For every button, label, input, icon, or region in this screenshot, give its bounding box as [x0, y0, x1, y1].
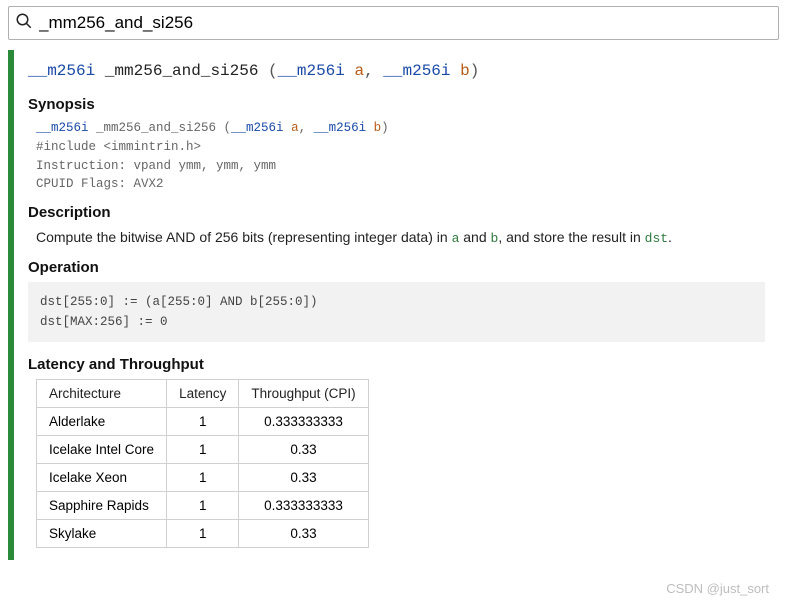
search-bar[interactable] [8, 6, 779, 40]
cell-latency: 1 [167, 491, 239, 519]
operation-block: dst[255:0] := (a[255:0] AND b[255:0]) ds… [28, 282, 765, 342]
cell-throughput: 0.33 [239, 435, 368, 463]
cell-throughput: 0.33 [239, 519, 368, 547]
cell-throughput: 0.33 [239, 463, 368, 491]
cell-arch: Icelake Xeon [37, 463, 167, 491]
table-row: Alderlake10.333333333 [37, 407, 369, 435]
instruction-line: Instruction: vpand ymm, ymm, ymm [36, 157, 765, 176]
table-row: Icelake Intel Core10.33 [37, 435, 369, 463]
table-row: Skylake10.33 [37, 519, 369, 547]
cpuid-line: CPUID Flags: AVX2 [36, 175, 765, 194]
cell-latency: 1 [167, 519, 239, 547]
search-input[interactable] [39, 13, 772, 33]
function-name: _mm256_and_si256 [105, 62, 259, 80]
cell-arch: Skylake [37, 519, 167, 547]
description-heading: Description [28, 204, 765, 221]
cell-arch: Icelake Intel Core [37, 435, 167, 463]
latency-heading: Latency and Throughput [28, 356, 765, 373]
cell-throughput: 0.333333333 [239, 491, 368, 519]
cell-throughput: 0.333333333 [239, 407, 368, 435]
return-type: __m256i [28, 62, 95, 80]
col-latency: Latency [167, 379, 239, 407]
latency-table: Architecture Latency Throughput (CPI) Al… [36, 379, 369, 548]
intrinsic-detail: __m256i _mm256_and_si256 (__m256i a, __m… [8, 50, 779, 560]
synopsis-block: __m256i _mm256_and_si256 (__m256i a, __m… [36, 119, 765, 194]
search-icon [15, 12, 33, 35]
operation-heading: Operation [28, 259, 765, 276]
col-throughput: Throughput (CPI) [239, 379, 368, 407]
table-header-row: Architecture Latency Throughput (CPI) [37, 379, 369, 407]
cell-latency: 1 [167, 463, 239, 491]
include-line: #include <immintrin.h> [36, 138, 765, 157]
synopsis-heading: Synopsis [28, 96, 765, 113]
table-row: Icelake Xeon10.33 [37, 463, 369, 491]
watermark: CSDN @just_sort [666, 581, 769, 596]
function-signature: __m256i _mm256_and_si256 (__m256i a, __m… [28, 62, 765, 80]
cell-arch: Sapphire Rapids [37, 491, 167, 519]
col-architecture: Architecture [37, 379, 167, 407]
cell-arch: Alderlake [37, 407, 167, 435]
cell-latency: 1 [167, 435, 239, 463]
code-dst: dst [645, 231, 668, 246]
description-text: Compute the bitwise AND of 256 bits (rep… [36, 227, 765, 249]
cell-latency: 1 [167, 407, 239, 435]
table-row: Sapphire Rapids10.333333333 [37, 491, 369, 519]
